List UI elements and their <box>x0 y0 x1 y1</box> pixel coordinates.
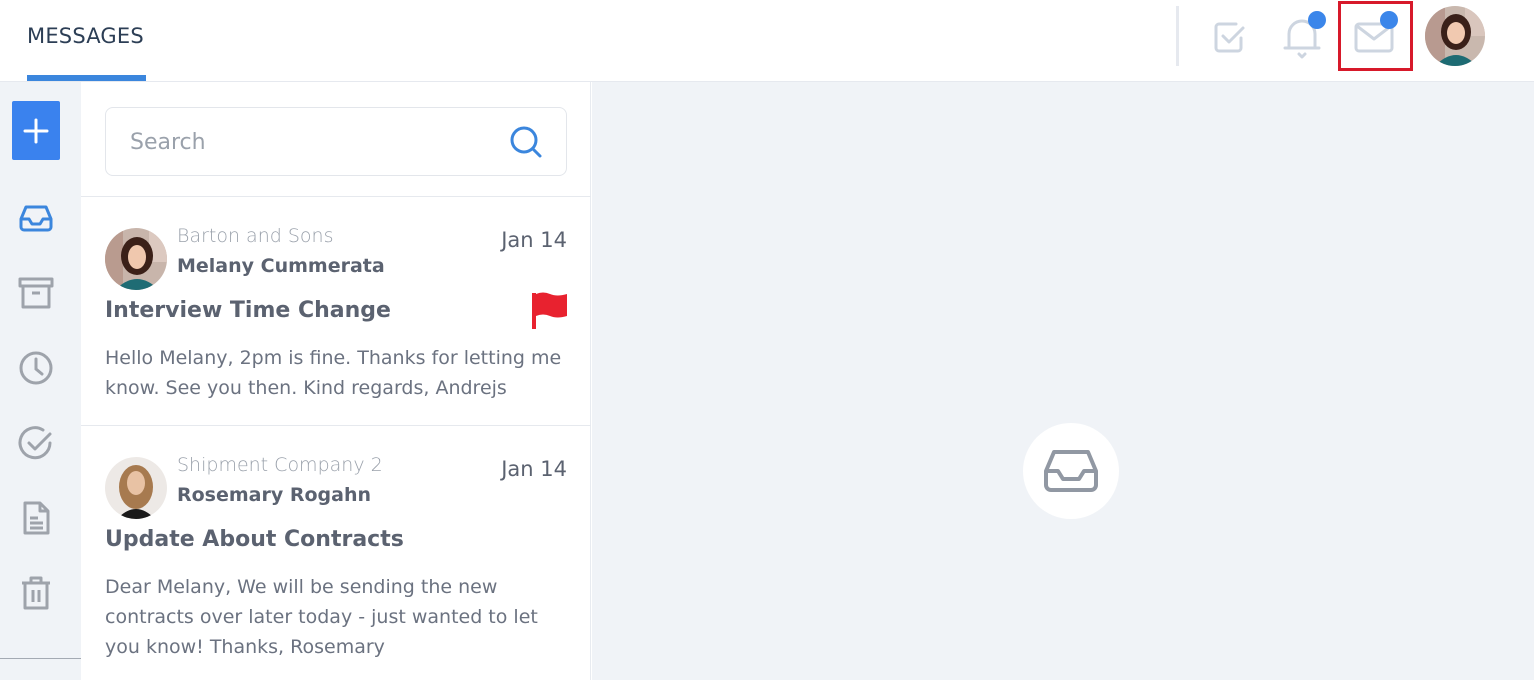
document-icon <box>23 501 50 535</box>
plus-icon <box>23 118 49 143</box>
sidebar-item-drafts[interactable] <box>13 495 59 541</box>
compose-button[interactable] <box>12 101 60 160</box>
trash-icon <box>22 576 50 610</box>
message-detail-pane <box>592 82 1534 680</box>
header-divider <box>1176 6 1179 66</box>
message-date: Jan 14 <box>501 457 567 481</box>
sidebar-item-inbox[interactable] <box>13 195 59 241</box>
clock-icon <box>19 351 53 385</box>
active-tab-indicator <box>27 75 146 81</box>
tasks-button[interactable] <box>1205 12 1255 62</box>
inbox-icon <box>1044 450 1098 492</box>
search-icon <box>510 126 542 158</box>
sender-name: Rosemary Rogahn <box>177 484 372 506</box>
flag-icon[interactable] <box>529 291 569 331</box>
sender-company: Shipment Company 2 <box>177 454 383 476</box>
sidebar-item-trash[interactable] <box>13 570 59 616</box>
user-avatar[interactable] <box>1425 6 1485 66</box>
left-sidebar <box>0 82 81 680</box>
sidebar-item-archive[interactable] <box>13 270 59 316</box>
message-list-panel: Barton and Sons Melany Cummerata Jan 14 … <box>81 82 591 680</box>
message-subject: Interview Time Change <box>105 298 391 323</box>
message-item[interactable]: Barton and Sons Melany Cummerata Jan 14 … <box>81 197 591 425</box>
top-bar: MESSAGES <box>0 0 1534 82</box>
notifications-badge <box>1308 11 1326 29</box>
sender-name: Melany Cummerata <box>177 255 385 277</box>
message-item[interactable]: Shipment Company 2 Rosemary Rogahn Jan 1… <box>81 426 591 680</box>
check-circle-icon <box>18 426 52 460</box>
notifications-button[interactable] <box>1277 11 1327 62</box>
sender-avatar <box>105 228 167 290</box>
inbox-icon <box>19 205 53 232</box>
page-title: MESSAGES <box>27 24 144 48</box>
sidebar-item-snoozed[interactable] <box>13 345 59 391</box>
highlight-box <box>1338 1 1413 71</box>
sidebar-item-done[interactable] <box>13 420 59 466</box>
message-date: Jan 14 <box>501 228 567 252</box>
search-button[interactable] <box>508 124 544 160</box>
message-subject: Update About Contracts <box>105 527 404 552</box>
empty-state <box>1023 423 1119 519</box>
message-preview: Dear Melany, We will be sending the new … <box>105 576 538 658</box>
sidebar-divider <box>0 658 81 659</box>
search-input[interactable] <box>130 127 490 157</box>
archive-icon <box>18 277 54 309</box>
sender-avatar <box>105 457 167 519</box>
sender-company: Barton and Sons <box>177 225 334 247</box>
search-box <box>105 107 567 176</box>
message-preview: Hello Melany, 2pm is fine. Thanks for le… <box>105 347 562 399</box>
checkbox-icon <box>1214 22 1245 53</box>
